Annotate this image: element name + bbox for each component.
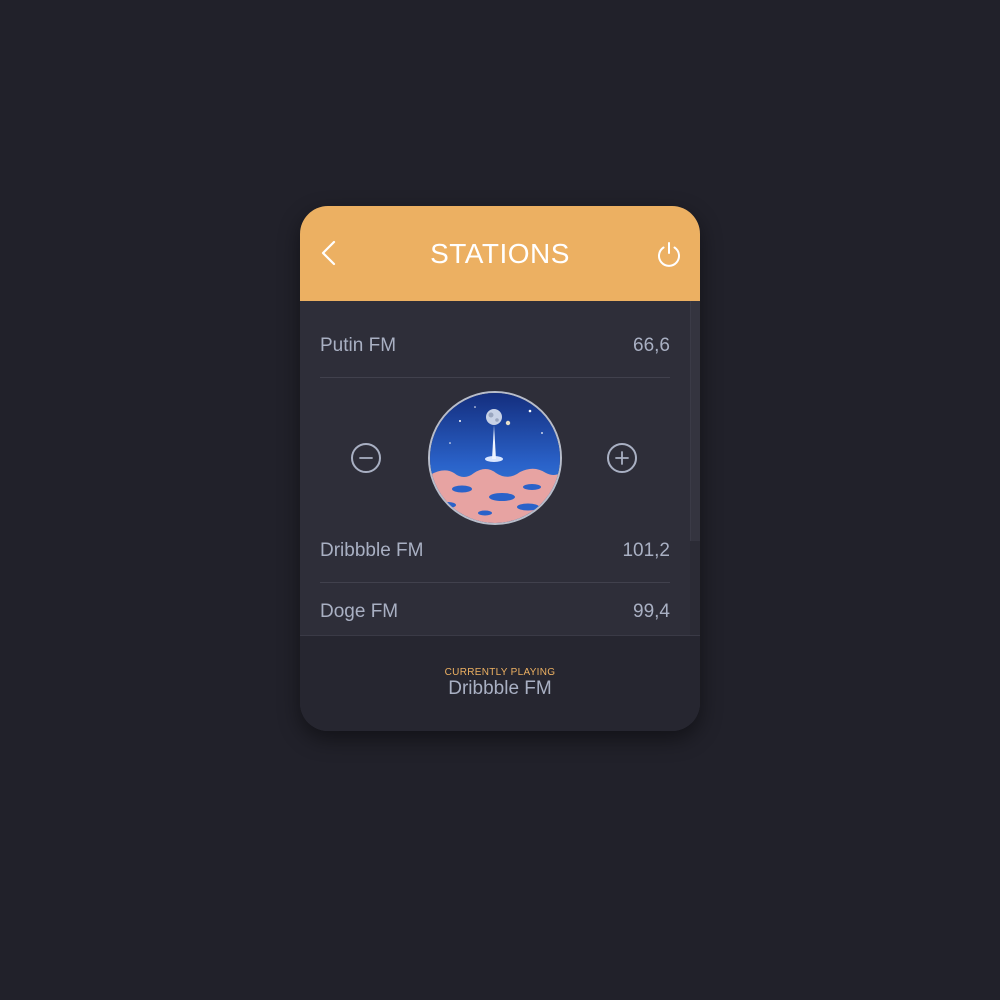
volume-up-button[interactable] [607, 443, 637, 473]
station-row-dribbble-fm[interactable]: Dribbble FM 101,2 [320, 536, 670, 566]
scrollbar[interactable] [690, 301, 700, 635]
player-controls [300, 391, 690, 531]
currently-playing-station: Dribbble FM [448, 678, 552, 699]
station-list: Putin FM 66,6 Dribbble FM 101,2 Doge FM … [300, 301, 700, 635]
station-row-putin-fm[interactable]: Putin FM 66,6 [320, 331, 670, 361]
header: STATIONS [300, 206, 700, 301]
power-icon [658, 242, 680, 267]
volume-down-button[interactable] [351, 443, 381, 473]
minus-circle-icon [359, 457, 373, 459]
currently-playing-label: CURRENTLY PLAYING [444, 667, 556, 678]
divider [320, 582, 670, 583]
station-name: Dribbble FM [320, 540, 424, 561]
power-button[interactable] [654, 238, 684, 270]
scrollbar-thumb[interactable] [690, 301, 700, 541]
station-name: Doge FM [320, 601, 399, 622]
plus-circle-icon [615, 451, 629, 465]
station-name: Putin FM [320, 335, 397, 356]
album-art [428, 391, 562, 525]
now-playing-bar: CURRENTLY PLAYING Dribbble FM [300, 635, 700, 731]
station-frequency: 66,6 [633, 335, 670, 356]
station-frequency: 99,4 [633, 601, 670, 622]
divider [320, 377, 670, 378]
station-row-doge-fm[interactable]: Doge FM 99,4 [320, 597, 670, 627]
page-title: STATIONS [430, 238, 570, 269]
radio-widget: STATIONS Putin FM 66,6 Dribbble FM 101,2… [300, 206, 700, 731]
station-frequency: 101,2 [622, 540, 670, 561]
